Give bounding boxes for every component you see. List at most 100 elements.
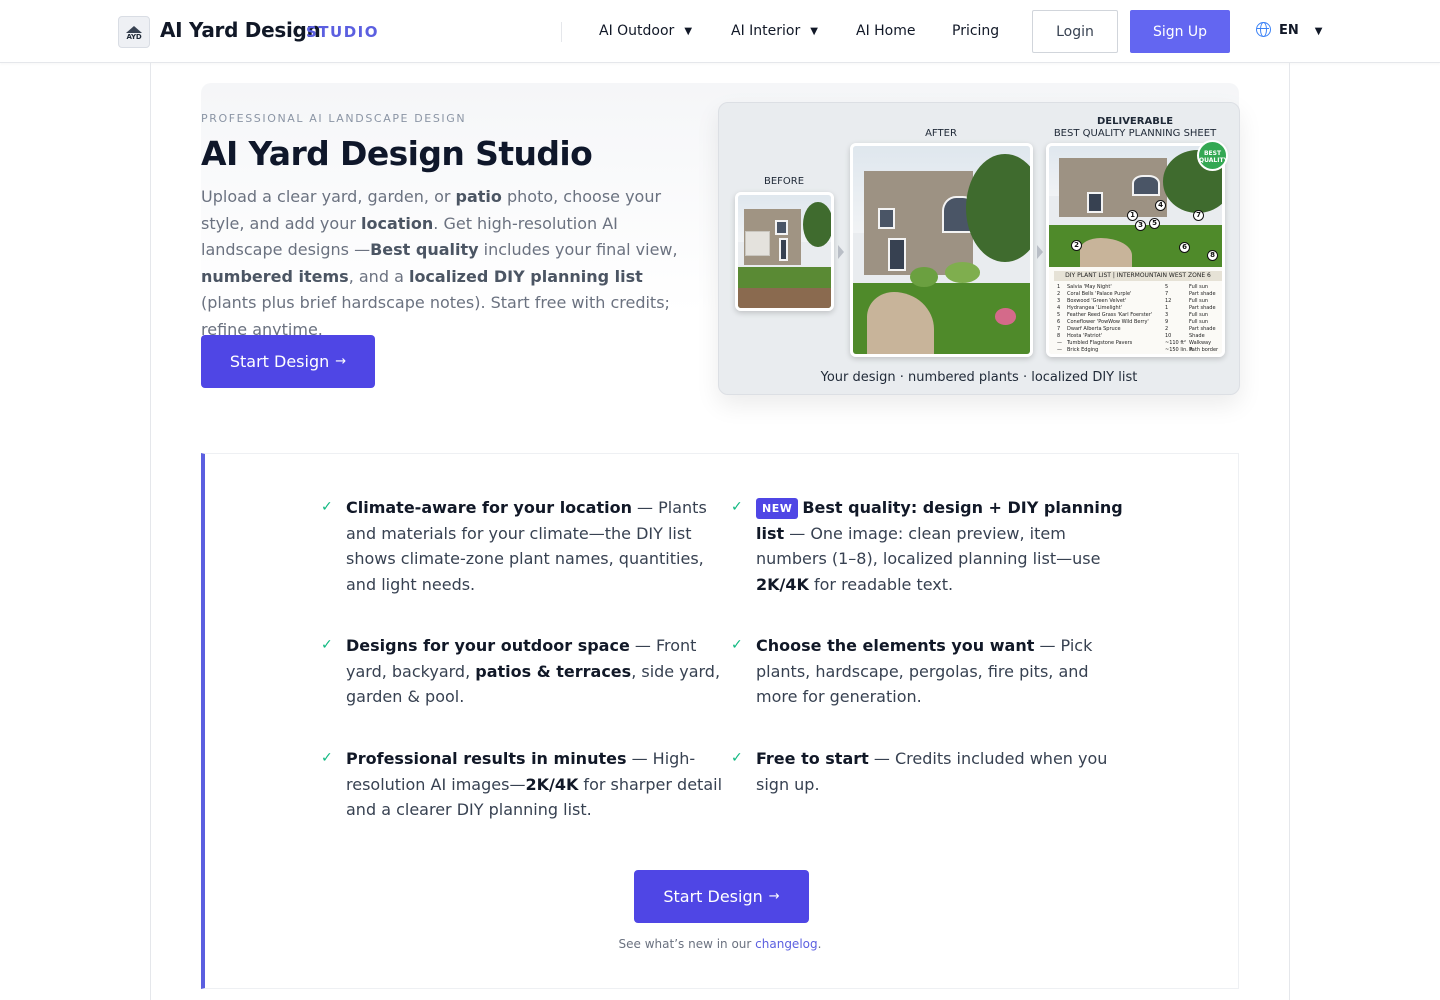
emphasis-text: Designs for your outdoor space [346,636,630,655]
planning-list-cell: Part shade [1189,325,1216,332]
body-text: includes your final view, [478,240,678,259]
planning-list-cell: Brick Edging [1067,346,1099,353]
planning-list-cell: Dwarf Alberta Spruce [1067,325,1121,332]
emphasis-text: Best quality [370,240,479,259]
planning-list-cell: 5 [1165,283,1169,290]
emphasis-text: localized DIY planning list [408,266,643,286]
feature-item: ✓ NEW Best quality: design + DIY planning … [731,495,1126,598]
planning-list-cell: Part shade [1189,290,1216,297]
planning-list-row: 2 Coral Bells 'Palace Purple' 7 Part shade [1057,291,1222,297]
nav-pricing[interactable]: Pricing [952,23,999,39]
emphasis-text: patio [455,187,502,206]
hero-eyebrow: PROFESSIONAL AI LANDSCAPE DESIGN [201,112,467,125]
caret-down-icon: ▼ [810,26,818,37]
planning-list-row: — Tumbled Flagstone Pavers ~110 ft² Walkway [1057,340,1222,346]
before-label: BEFORE [763,176,805,187]
caret-down-icon: ▼ [684,26,693,37]
planning-list-cell: 7 [1057,325,1061,332]
item-number-marker: 7 [1193,210,1204,221]
start-design-label: Start Design [229,352,330,371]
nav-ai-home[interactable]: AI Home [856,23,916,39]
planning-list-cell: 8 [1057,332,1061,339]
planning-list-row: 5 Feather Reed Grass 'Karl Foerster' 3 Full… [1057,312,1222,318]
start-design-label: Start Design [663,887,763,906]
planning-list-cell: 3 [1057,297,1061,304]
item-number-marker: 6 [1179,242,1190,253]
item-number-marker: 4 [1155,200,1166,211]
feature-item: ✓ Choose the elements you want — Pick pla… [731,633,1126,710]
planning-list-cell: 1 [1165,304,1169,311]
emphasis-text: numbered items [201,266,349,286]
deliverable-label: DELIVERABLE [1096,116,1174,127]
emphasis-text: 2K/4K [756,575,809,595]
before-after-preview: BEFORE AFTER DELIVERABLE BEST QUALITY PL… [718,102,1240,395]
best-quality-badge: BEST QUALITY [1197,140,1228,171]
login-button[interactable]: Login [1032,10,1118,53]
planning-list-cell: Coral Bells 'Palace Purple' [1067,290,1132,297]
nav-ai-outdoor-label: AI Outdoor [599,23,675,39]
hero-description: Upload a clear yard, garden, or patio ph… [201,184,691,343]
planning-list-row: 3 Boxwood 'Green Velvet' 12 Full sun [1057,298,1222,304]
language-code: EN [1279,23,1299,38]
after-photo [850,143,1033,357]
changelog-link[interactable]: changelog [755,937,817,951]
planning-list-cell: Part shade [1189,304,1216,311]
planning-list-row: 4 Hydrangea 'Limelight' 1 Part shade [1057,305,1222,311]
nav-ai-outdoor[interactable]: AI Outdoor ▼ [599,23,692,39]
emphasis-text: patios & terraces [475,661,632,681]
check-icon: ✓ [731,499,743,515]
signup-button[interactable]: Sign Up [1130,10,1230,53]
emphasis-text: 2K/4K [525,774,579,794]
language-selector[interactable]: EN ▼ [1256,22,1322,38]
planning-list-cell: Path border [1189,346,1219,353]
emphasis-text: Climate-aware for your location [346,498,632,517]
feature-item: ✓ Designs for your outdoor space — Front … [321,633,726,710]
planning-list-cell: Salvia 'May Night' [1067,283,1112,290]
planning-list-cell: 2 [1057,290,1061,297]
nav-ai-interior[interactable]: AI Interior ▼ [731,23,818,39]
planning-list-cell: Full sun [1189,311,1209,318]
chevron-right-icon [838,245,844,259]
emphasis-text: Choose the elements you want [756,636,1035,655]
planning-list-cell: 12 [1165,297,1172,304]
planning-list-cell: Walkway [1189,339,1212,346]
feature-item: ✓ Climate-aware for your location — Plant… [321,495,726,598]
planning-list-cell: Coneflower 'PowWow Wild Berry' [1067,318,1149,325]
new-badge: NEW [756,498,799,519]
badge-line-1: BEST [1203,150,1222,157]
planning-list-cell: ~150 lin. ft. [1165,346,1195,353]
planning-list-cell: 4 [1057,304,1061,311]
deliverable-sublabel: BEST QUALITY PLANNING SHEET [1053,128,1217,139]
planning-list-cell: ~110 ft² [1165,339,1186,346]
item-number-marker: 5 [1149,218,1160,229]
planning-list-cell: Hosta 'Patriot' [1067,332,1103,339]
brand-name[interactable]: AI Yard Design [160,18,321,42]
planning-list-cell: 6 [1057,318,1061,325]
emphasis-text: Professional results in minutes [346,749,627,768]
changelog-suffix: . [817,937,822,951]
item-number-marker: 1 [1127,210,1138,221]
after-label: AFTER [925,128,957,139]
start-design-button[interactable]: Start Design → [201,335,375,388]
planning-list-cell: — [1057,339,1062,346]
check-icon: ✓ [321,637,333,653]
planning-list-row: 8 Hosta 'Patriot' 10 Shade [1057,333,1222,339]
body-text: for readable text. [808,575,954,595]
planning-list-cell: 1 [1057,283,1061,290]
planning-list-cell: Full sun [1189,283,1209,290]
start-design-button-bottom[interactable]: Start Design → [634,870,809,923]
preview-caption: Your design · numbered plants · localize… [820,370,1138,385]
top-nav: AYD AI Yard Design STUDIO AI Outdoor ▼ AI… [0,0,1440,63]
deliverable-sheet: DIY PLANT LIST | INTERMOUNTAIN WEST ZONE… [1046,143,1225,357]
logo[interactable]: AYD [118,16,150,48]
feature-item: ✓ Professional results in minutes — High-… [321,746,726,823]
arrow-right-icon: → [335,354,347,369]
page-title: AI Yard Design Studio [201,134,593,173]
planning-list-cell: 3 [1165,311,1169,318]
planning-list-row: 6 Coneflower 'PowWow Wild Berry' 9 Full sun [1057,319,1222,325]
planning-list-cell: 10 [1165,332,1172,339]
planning-list-cell: Boxwood 'Green Velvet' [1067,297,1127,304]
house-icon [126,25,142,33]
body-text: — One image: clean preview, item numbers… [756,523,1101,569]
planning-list-cell: 9 [1165,318,1169,325]
